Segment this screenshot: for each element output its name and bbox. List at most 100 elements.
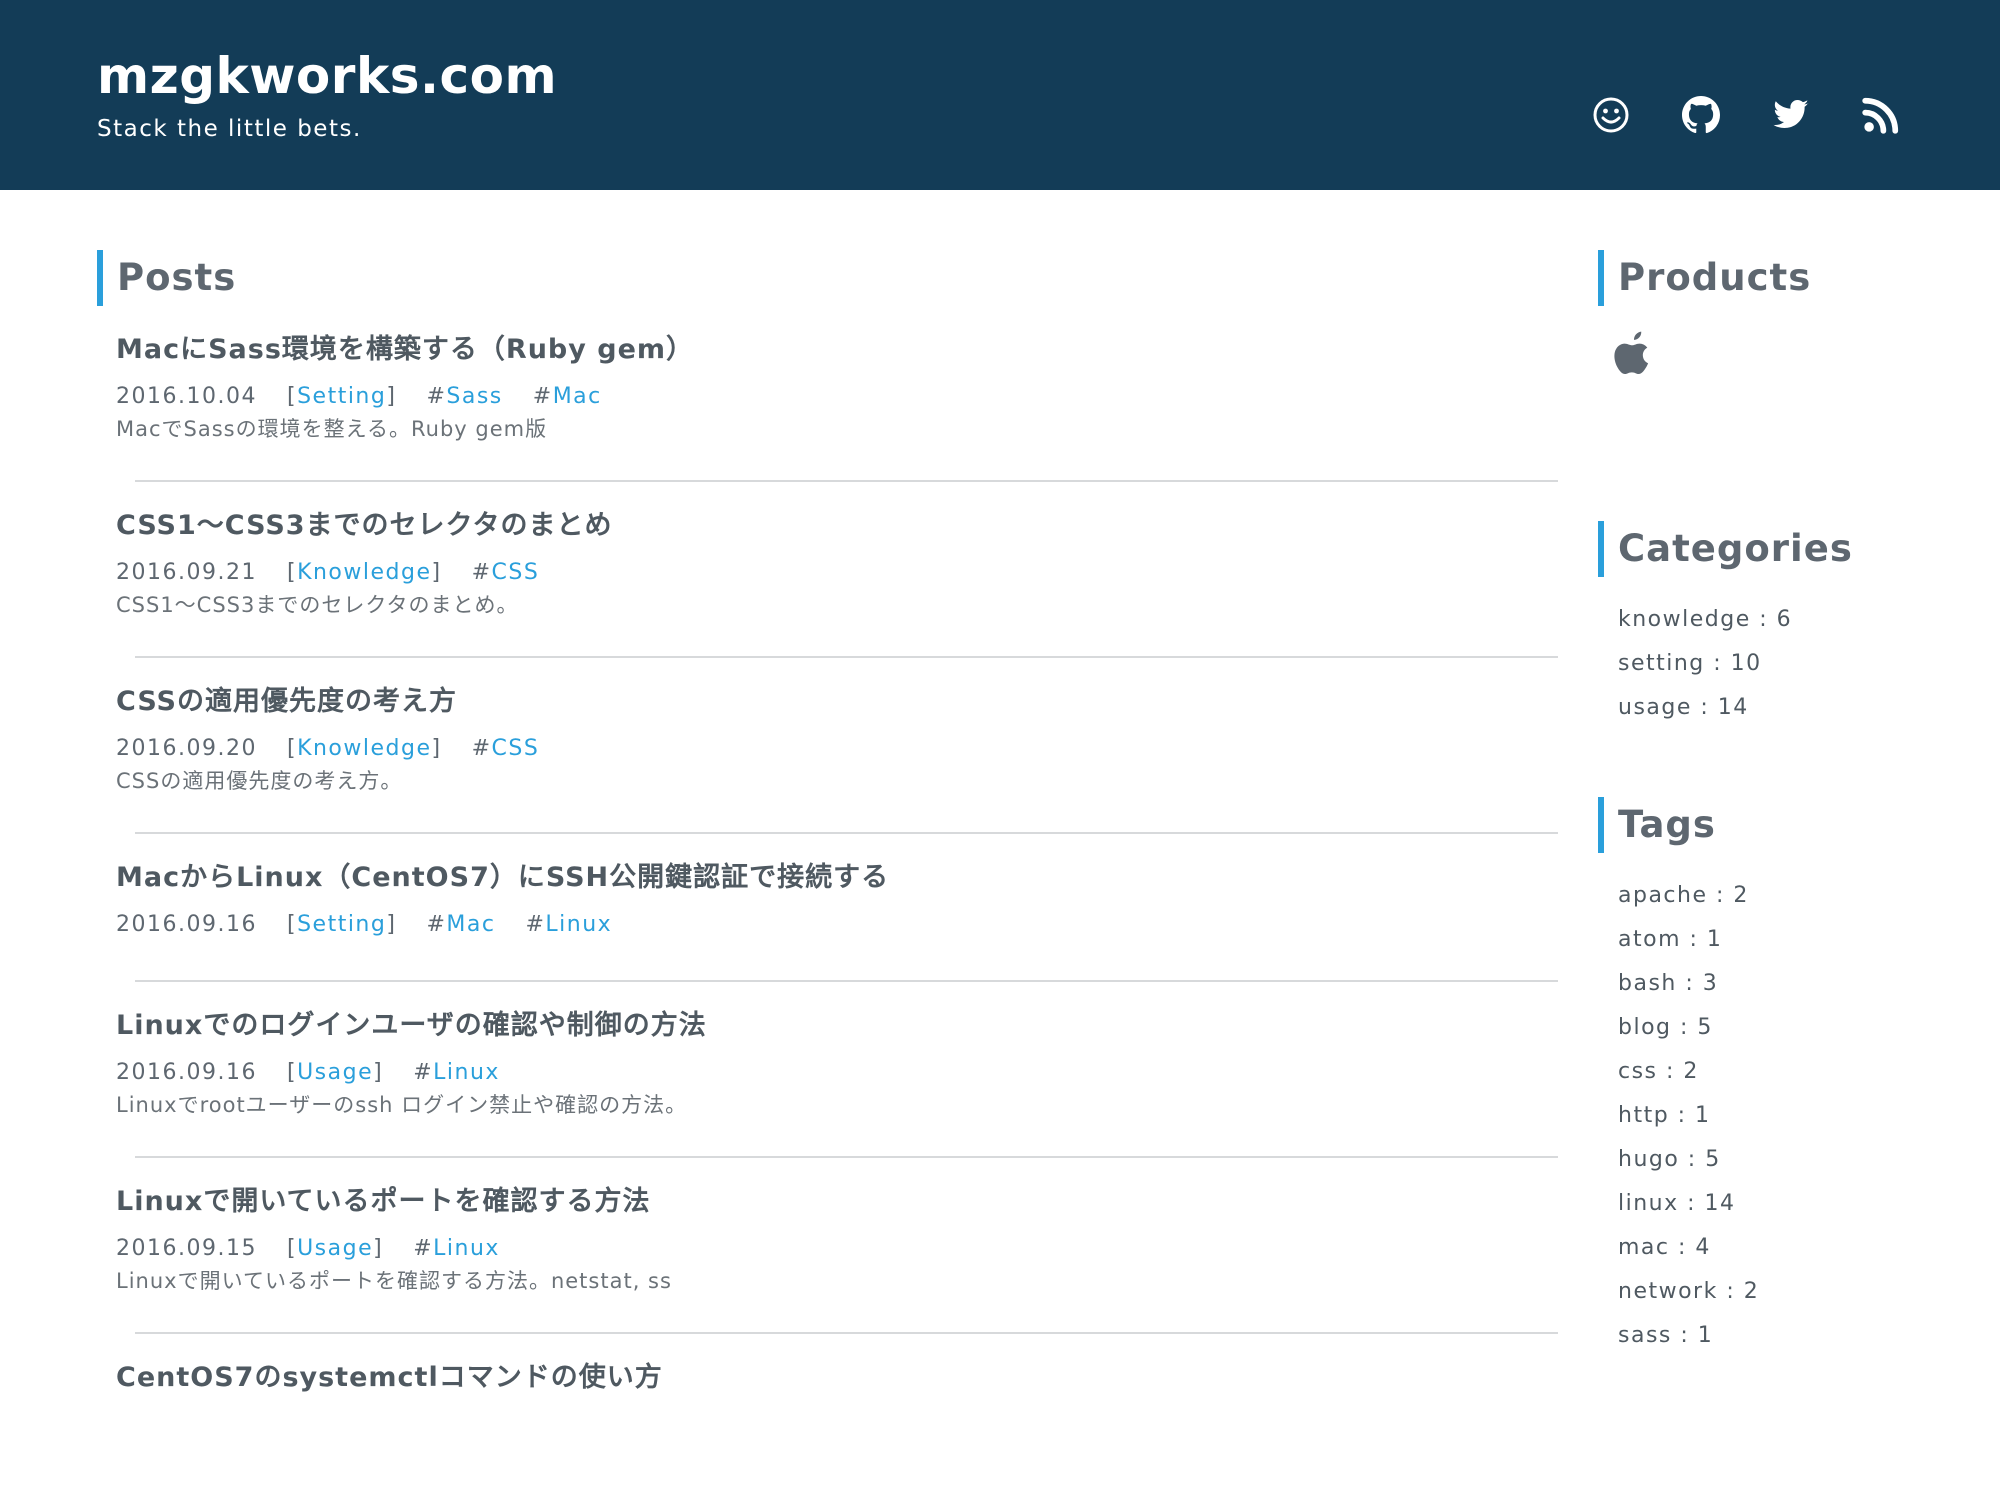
post-title-link[interactable]: Linuxで開いているポートを確認する方法 (116, 1184, 1539, 1220)
bracket-open: [ (286, 384, 298, 409)
tag-item-link[interactable]: atom : 1 (1618, 927, 1722, 952)
tag-item: atom : 1 (1618, 925, 1918, 969)
bracket-close: ] (386, 384, 397, 409)
post-title-link[interactable]: CentOS7のsystemctlコマンドの使い方 (116, 1360, 1539, 1396)
tag-item: http : 1 (1618, 1101, 1918, 1145)
category-link[interactable]: Usage (297, 1236, 373, 1261)
post-item: CentOS7のsystemctlコマンドの使い方 (97, 1334, 1539, 1396)
tag-item: blog : 5 (1618, 1013, 1918, 1057)
category-link[interactable]: Usage (297, 1060, 373, 1085)
hash-mark: # (413, 1236, 434, 1261)
tag-link[interactable]: Mac (553, 384, 602, 409)
tag-item: apache : 2 (1618, 881, 1918, 925)
category-link[interactable]: Setting (297, 912, 386, 937)
post-category: [Knowledge] (287, 558, 442, 588)
tag-link[interactable]: Sass (446, 384, 502, 409)
brand: mzgkworks.com Stack the little bets. (97, 46, 557, 142)
post-summary: CSSの適用優先度の考え方。 (116, 769, 403, 793)
category-item: knowledge : 6 (1618, 605, 1918, 649)
categories-list: knowledge : 6 setting : 10 usage : 14 (1598, 605, 1918, 737)
category-item-link[interactable]: usage : 14 (1618, 695, 1749, 720)
github-icon (1682, 96, 1720, 134)
tag-item-link[interactable]: network : 2 (1618, 1279, 1759, 1304)
tag-item-link[interactable]: linux : 14 (1618, 1191, 1736, 1216)
apple-product-link[interactable] (1614, 331, 1654, 380)
post-list: MacにSass環境を構築する（Ruby gem） 2016.10.04 [Sett… (97, 306, 1558, 1396)
post-title-link[interactable]: MacからLinux（CentOS7）にSSH公開鍵認証で接続する (116, 860, 1539, 896)
hash-mark: # (426, 384, 447, 409)
bracket-close: ] (386, 912, 397, 937)
tags-list: apache : 2 atom : 1 bash : 3 blog : 5 css : … (1598, 881, 1918, 1365)
categories-heading: Categories (1598, 521, 1918, 577)
posts-column: Posts MacにSass環境を構築する（Ruby gem） 2016.10.0… (97, 250, 1558, 1396)
post-title-link[interactable]: CSS1〜CSS3までのセレクタのまとめ (116, 508, 1539, 544)
post-date: 2016.09.15 (116, 1236, 257, 1261)
post-meta: 2016.09.16 [Usage] #Linux (116, 1058, 1539, 1088)
site-title-link[interactable]: mzgkworks.com (97, 46, 557, 106)
tag-link[interactable]: Mac (446, 912, 495, 937)
tag-item-link[interactable]: sass : 1 (1618, 1323, 1713, 1348)
sidebar: Products Categories knowledge : 6 setting… (1598, 250, 1918, 1365)
categories-section: Categories knowledge : 6 setting : 10 usag… (1598, 521, 1918, 737)
post-title-link[interactable]: MacにSass環境を構築する（Ruby gem） (116, 332, 1539, 368)
tag-item-link[interactable]: mac : 4 (1618, 1235, 1711, 1260)
tag-item: bash : 3 (1618, 969, 1918, 1013)
post-item: CSS1〜CSS3までのセレクタのまとめ 2016.09.21 [Knowledge… (97, 482, 1558, 658)
hash-mark: # (426, 912, 447, 937)
hash-mark: # (413, 1060, 434, 1085)
tag-item-link[interactable]: http : 1 (1618, 1103, 1711, 1128)
post-tag: #Mac (426, 910, 495, 940)
bracket-open: [ (286, 736, 298, 761)
tag-link[interactable]: CSS (492, 560, 540, 585)
category-item-link[interactable]: setting : 10 (1618, 651, 1762, 676)
products-heading: Products (1598, 250, 1918, 306)
rss-link[interactable] (1862, 96, 1900, 134)
apple-icon (1614, 331, 1649, 375)
tag-item-link[interactable]: css : 2 (1618, 1059, 1699, 1084)
post-summary: Linuxで開いているポートを確認する方法。netstat, ss (116, 1269, 672, 1293)
post-title-link[interactable]: CSSの適用優先度の考え方 (116, 684, 1539, 720)
post-meta: 2016.09.16 [Setting] #Mac #Linux (116, 910, 1539, 940)
post-tag: #CSS (472, 558, 540, 588)
tag-item-link[interactable]: blog : 5 (1618, 1015, 1713, 1040)
post-item: Linuxでのログインユーザの確認や制御の方法 2016.09.16 [Usage]… (97, 982, 1558, 1158)
post-category: [Usage] (287, 1234, 383, 1264)
bracket-close: ] (431, 736, 442, 761)
hash-mark: # (532, 384, 553, 409)
category-item: setting : 10 (1618, 649, 1918, 693)
twitter-link[interactable] (1772, 96, 1810, 134)
bracket-open: [ (286, 560, 298, 585)
tag-item: css : 2 (1618, 1057, 1918, 1101)
category-link[interactable]: Setting (297, 384, 386, 409)
hash-mark: # (471, 736, 492, 761)
tag-item-link[interactable]: hugo : 5 (1618, 1147, 1721, 1172)
about-link[interactable] (1592, 96, 1630, 134)
category-link[interactable]: Knowledge (297, 560, 431, 585)
github-link[interactable] (1682, 96, 1720, 134)
tag-link[interactable]: Linux (545, 912, 612, 937)
category-item: usage : 14 (1618, 693, 1918, 737)
tag-item-link[interactable]: bash : 3 (1618, 971, 1718, 996)
post-title-link[interactable]: Linuxでのログインユーザの確認や制御の方法 (116, 1008, 1539, 1044)
post-tag: #CSS (472, 734, 540, 764)
category-item-link[interactable]: knowledge : 6 (1618, 607, 1792, 632)
bracket-open: [ (286, 1060, 298, 1085)
post-meta: 2016.10.04 [Setting] #Sass #Mac (116, 382, 1539, 412)
posts-heading: Posts (97, 250, 1539, 306)
post-meta: 2016.09.15 [Usage] #Linux (116, 1234, 1539, 1264)
tags-heading: Tags (1598, 797, 1918, 853)
category-link[interactable]: Knowledge (297, 736, 431, 761)
bracket-open: [ (286, 1236, 298, 1261)
post-item: Linuxで開いているポートを確認する方法 2016.09.15 [Usage] #L… (97, 1158, 1558, 1334)
rss-icon (1862, 97, 1899, 134)
tag-link[interactable]: Linux (433, 1060, 500, 1085)
post-tag: #Mac (533, 382, 602, 412)
hash-mark: # (471, 560, 492, 585)
tag-link[interactable]: CSS (492, 736, 540, 761)
tag-item: sass : 1 (1618, 1321, 1918, 1365)
post-summary: MacでSassの環境を整える。Ruby gem版 (116, 417, 548, 441)
post-date: 2016.09.21 (116, 560, 257, 585)
tag-link[interactable]: Linux (433, 1236, 500, 1261)
tag-item-link[interactable]: apache : 2 (1618, 883, 1749, 908)
tag-item: network : 2 (1618, 1277, 1918, 1321)
